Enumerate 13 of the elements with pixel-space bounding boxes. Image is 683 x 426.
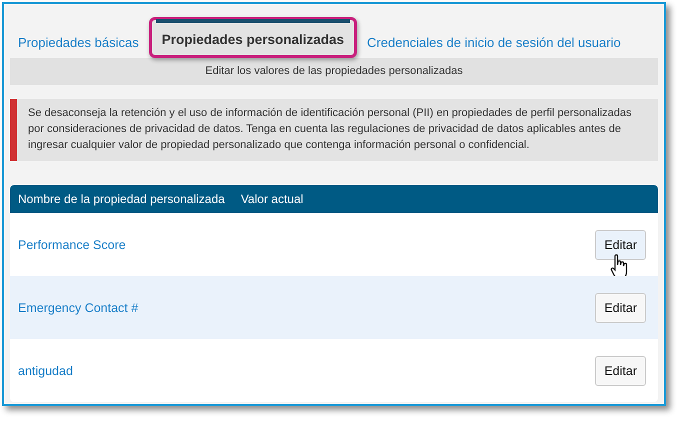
tab[interactable]: Propiedades básicas bbox=[12, 35, 145, 58]
property-link[interactable]: antigudad bbox=[18, 364, 73, 378]
tab[interactable]: Credenciales de inicio de sesión del usuario bbox=[361, 35, 627, 58]
edit-button[interactable]: Editar bbox=[595, 356, 646, 386]
edit-button[interactable]: Editar bbox=[595, 292, 646, 322]
section-header: Editar los valores de las propiedades personalizadas bbox=[10, 58, 658, 85]
column-header: Nombre de la propiedad personalizada bbox=[18, 192, 225, 206]
column-header: Valor actual bbox=[240, 192, 304, 206]
property-link[interactable]: Performance Score bbox=[18, 238, 126, 252]
tab[interactable]: Propiedades personalizadas bbox=[148, 17, 358, 58]
edit-button[interactable]: Editar bbox=[595, 230, 646, 260]
property-link[interactable]: Emergency Contact # bbox=[18, 300, 138, 314]
warning-message: Se desaconseja la retención y el uso de información de identificación personal (PII) en propiedades de perfil personalizadas por consideraciones de privacidad de datos. Tenga en cuenta las regulaciones de privacidad de datos aplicables antes de ingresar cualquier valor de propiedad personalizado que contenga información personal o confidencial. bbox=[10, 99, 658, 161]
